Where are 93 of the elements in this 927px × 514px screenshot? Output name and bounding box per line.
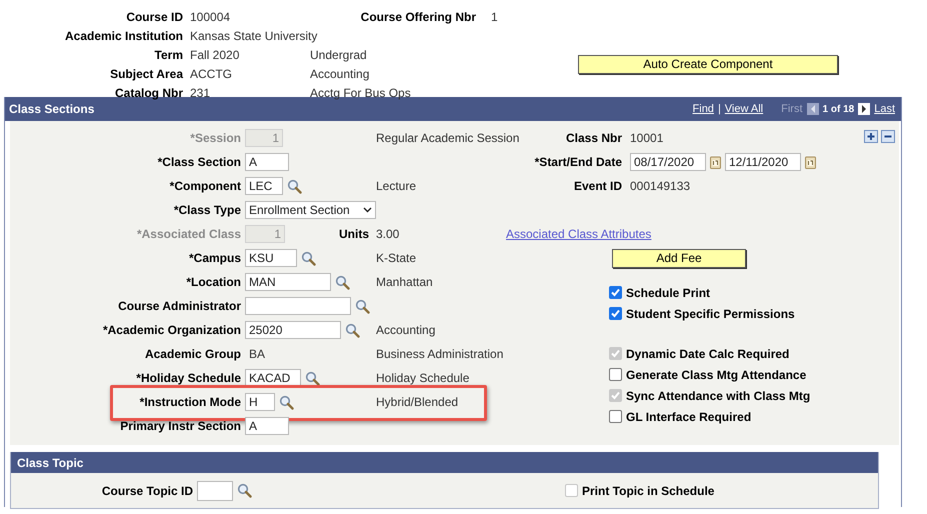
search-icon[interactable] (345, 322, 360, 338)
field-label: *Start/End Date (534, 155, 623, 169)
checkbox-label: Generate Class Mtg Attendance (626, 368, 806, 382)
checkbox[interactable] (609, 368, 622, 381)
field-description: Holiday Schedule (376, 371, 470, 385)
checkbox[interactable] (609, 307, 622, 320)
text-field[interactable]: H (245, 393, 275, 411)
field-label: Primary Instr Section (119, 419, 242, 433)
field-label: Subject Area (109, 66, 184, 80)
field-label: *Holiday Schedule (135, 371, 242, 385)
field-description: K-State (376, 251, 416, 265)
field-label: Academic Group (144, 347, 242, 361)
text-field[interactable]: KSU (245, 249, 297, 267)
field-label: *Class Type (172, 203, 242, 217)
previous-icon[interactable] (806, 103, 819, 115)
field-description: Hybrid/Blended (376, 395, 458, 409)
checkbox-label: GL Interface Required (626, 410, 752, 424)
field-label: Event ID (572, 179, 623, 193)
auto-create-button[interactable]: Auto Create Component (578, 54, 838, 74)
add-fee-button[interactable]: Add Fee (612, 248, 746, 268)
text-field[interactable]: A (245, 417, 289, 435)
next-icon[interactable] (858, 103, 870, 115)
field-description: Undergrad (310, 48, 368, 62)
find-link[interactable]: Find (692, 103, 714, 115)
search-icon[interactable] (287, 178, 302, 194)
date-field[interactable]: 08/17/2020 (630, 153, 706, 171)
field-description: Lecture (376, 179, 416, 193)
add-row-icon[interactable] (864, 130, 878, 143)
field-value: 000149133 (630, 179, 690, 193)
caret-icon (363, 207, 372, 213)
separator: | (718, 103, 721, 115)
first-label: First (781, 103, 803, 115)
field-description: Accounting (376, 323, 436, 337)
field-label: Course Topic ID (100, 484, 194, 498)
search-icon[interactable] (301, 250, 316, 266)
field-description: Accounting (310, 66, 370, 80)
text-field[interactable]: MAN (245, 273, 331, 291)
field-description: Acctg For Bus Ops (310, 86, 412, 100)
text-field[interactable]: A (245, 153, 289, 171)
field-value: Kansas State University (190, 28, 318, 42)
checkbox-label: Student Specific Permissions (626, 306, 795, 320)
field-description: Business Administration (376, 347, 504, 361)
field-label: *Instruction Mode (138, 395, 242, 409)
field-description: Manhattan (376, 275, 433, 289)
calendar-icon[interactable] (710, 156, 721, 168)
field-label: *Academic Organization (102, 323, 242, 337)
checkbox[interactable] (609, 410, 622, 423)
field-label: Course Offering Nbr (360, 10, 477, 24)
checkbox-label: Sync Attendance with Class Mtg (626, 388, 810, 402)
field-value: 10001 (630, 131, 664, 145)
delete-row-icon[interactable] (881, 130, 895, 143)
field-label: Units (339, 227, 370, 241)
date-field[interactable]: 12/11/2020 (725, 153, 801, 171)
field-label: Academic Institution (64, 28, 184, 42)
attributes-link[interactable]: Associated Class Attributes (506, 227, 652, 241)
field-value: ACCTG (190, 66, 232, 80)
section-title: Class Sections (9, 102, 94, 116)
field-label: Course ID (125, 10, 184, 24)
field-value: 3.00 (376, 227, 400, 241)
text-field[interactable]: LEC (245, 177, 283, 195)
checkbox-label: Print Topic in Schedule (582, 484, 714, 498)
last-link[interactable]: Last (874, 103, 895, 115)
field-label: *Component (168, 179, 242, 193)
field-value: Fall 2020 (190, 48, 240, 62)
field-label: *Associated Class (136, 227, 242, 241)
field-value: 100004 (190, 10, 230, 24)
field-value: 231 (190, 86, 210, 100)
search-icon[interactable] (355, 298, 370, 314)
field-value: BA (248, 347, 266, 361)
page-count: 1 of 18 (822, 104, 854, 114)
dropdown[interactable]: Enrollment Section (245, 201, 376, 219)
field-label: *Campus (188, 251, 242, 265)
search-icon[interactable] (237, 483, 252, 498)
field-label: Term (154, 48, 184, 62)
field-label: *Location (185, 275, 242, 289)
field-label: *Session (189, 131, 242, 145)
field-value: 1 (490, 10, 499, 24)
search-icon[interactable] (305, 370, 320, 386)
checkbox-label: Schedule Print (626, 286, 710, 300)
text-field[interactable] (245, 297, 351, 315)
calendar-icon[interactable] (805, 156, 816, 168)
search-icon[interactable] (279, 394, 294, 410)
text-field[interactable] (197, 480, 233, 500)
field-label: Catalog Nbr (114, 86, 184, 100)
search-icon[interactable] (335, 274, 350, 290)
view-all-link[interactable]: View All (724, 103, 764, 115)
checkbox[interactable] (609, 286, 622, 299)
text-field[interactable]: 25020 (245, 321, 341, 339)
field-description: Regular Academic Session (376, 131, 520, 145)
field-label: *Class Section (156, 155, 242, 169)
section-title: Class Topic (17, 456, 84, 470)
field-label: Course Administrator (117, 299, 242, 313)
checkbox-label: Dynamic Date Calc Required (626, 346, 790, 360)
